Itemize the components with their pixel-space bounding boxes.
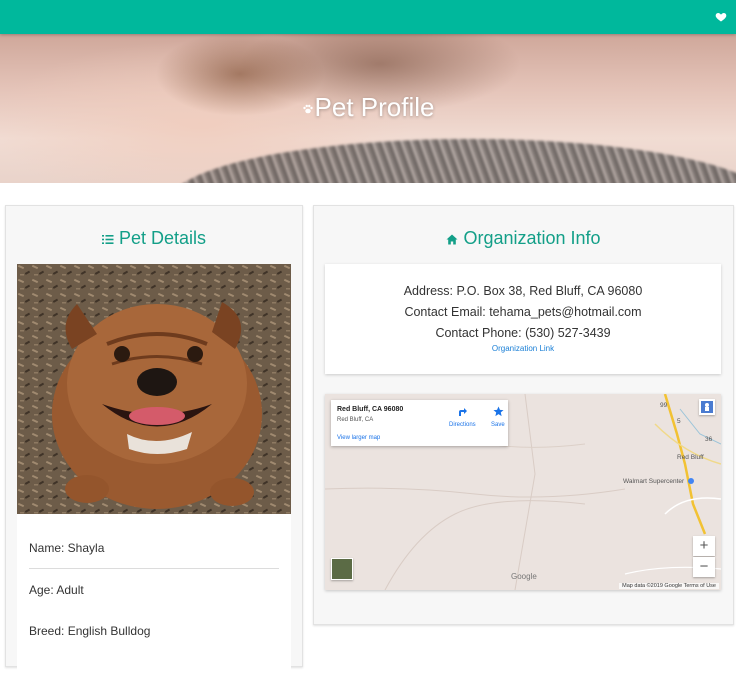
- location-map[interactable]: Red Bluff Walmart Supercenter 99 5 36 Re…: [325, 394, 721, 590]
- map-city-label: Red Bluff: [677, 454, 704, 461]
- pet-details-heading: Pet Details: [6, 228, 302, 249]
- zoom-in-button[interactable]: +: [693, 536, 715, 556]
- page-title: Pet Profile: [0, 92, 736, 123]
- org-address: Address: P.O. Box 38, Red Bluff, CA 9608…: [403, 284, 643, 298]
- map-attribution[interactable]: Map data ©2019 Google Terms of Use: [619, 583, 719, 589]
- pet-photo: [17, 264, 291, 514]
- top-navbar: [0, 0, 736, 34]
- list-icon: [101, 234, 114, 244]
- page-title-text: Pet Profile: [314, 92, 435, 122]
- organization-info-card: Organization Info Address: P.O. Box 38, …: [313, 205, 734, 625]
- map-place-title: Red Bluff, CA 96080: [337, 406, 404, 413]
- map-route-label: 99: [660, 402, 668, 409]
- hero-background-fur: [170, 139, 736, 183]
- hero-banner: Pet Profile: [0, 34, 736, 183]
- street-view-pegman-icon[interactable]: [699, 399, 715, 415]
- pet-details-title: Pet Details: [118, 228, 207, 248]
- organization-info-heading: Organization Info: [314, 228, 733, 249]
- org-email: Contact Email: tehama_pets@hotmail.com: [404, 305, 642, 319]
- google-logo: Google: [511, 572, 537, 581]
- divider: [29, 568, 279, 569]
- paw-icon: [302, 104, 313, 114]
- heart-icon[interactable]: [715, 11, 727, 23]
- zoom-out-button[interactable]: −: [693, 557, 715, 577]
- map-store-label: Walmart Supercenter: [623, 478, 685, 485]
- save-button[interactable]: Save: [491, 422, 505, 428]
- bulldog-image: [17, 264, 291, 514]
- pet-name: Name: Shayla: [29, 541, 105, 555]
- view-larger-map-link[interactable]: View larger map: [337, 435, 380, 441]
- pet-details-card: Pet Details Name: Shayla Age: Adult Bree…: [5, 205, 303, 674]
- pet-info-list: Name: Shayla Age: Adult Breed: English B…: [17, 514, 291, 674]
- directions-button[interactable]: Directions: [449, 422, 476, 428]
- satellite-view-toggle[interactable]: [331, 558, 353, 580]
- directions-icon[interactable]: [457, 407, 467, 417]
- organization-info-title: Organization Info: [463, 228, 601, 248]
- home-icon: [446, 234, 458, 245]
- organization-details: Address: P.O. Box 38, Red Bluff, CA 9608…: [325, 264, 721, 374]
- org-phone: Contact Phone: (530) 527-3439: [435, 326, 611, 340]
- map-route-label: 5: [677, 418, 681, 425]
- star-icon[interactable]: [493, 406, 504, 417]
- pet-age: Age: Adult: [29, 583, 84, 597]
- map-info-window: Red Bluff, CA 96080 Red Bluff, CA View l…: [331, 400, 508, 446]
- map-place-subtitle: Red Bluff, CA: [337, 417, 374, 423]
- pet-breed: Breed: English Bulldog: [29, 624, 151, 638]
- map-route-label: 36: [705, 436, 713, 443]
- organization-link[interactable]: Organization Link: [325, 344, 721, 353]
